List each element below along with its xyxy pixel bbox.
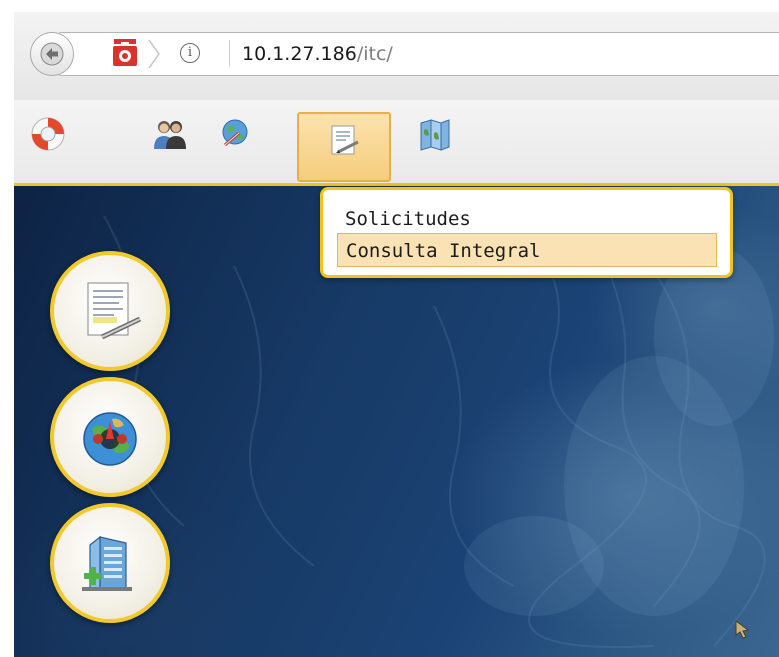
url-text[interactable]: 10.1.27.186/itc/: [242, 42, 393, 66]
help-button[interactable]: [28, 114, 68, 154]
map-book-button[interactable]: [414, 114, 454, 154]
red-toolbox-icon[interactable]: [111, 37, 139, 69]
building-add-icon: [82, 535, 132, 591]
documents-round-button[interactable]: [50, 251, 170, 371]
map-search-button[interactable]: [216, 114, 256, 154]
url-bar[interactable]: [58, 32, 779, 76]
map-book-icon: [420, 119, 450, 151]
lifebuoy-icon: [31, 117, 65, 151]
document-certificate-icon: [87, 282, 142, 340]
back-button[interactable]: [30, 32, 74, 76]
info-icon[interactable]: i: [180, 43, 200, 63]
globe-search-icon: [222, 119, 248, 147]
url-host: 10.1.27.186: [242, 43, 357, 65]
building-round-button[interactable]: [50, 503, 170, 623]
identity-chevron: [148, 39, 160, 69]
globe-round-button[interactable]: [50, 377, 170, 497]
menu-item-solicitudes[interactable]: Solicitudes: [337, 202, 717, 236]
document-edit-icon: [331, 125, 359, 155]
requests-icon-wrap: [325, 121, 365, 161]
requests-dropdown-menu: Solicitudes Consulta Integral: [320, 187, 733, 278]
users-icon: [154, 121, 186, 149]
menu-item-consulta-integral[interactable]: Consulta Integral: [337, 233, 717, 267]
url-separator: [229, 40, 230, 67]
url-path: /itc/: [356, 43, 393, 65]
app-toolbar: [14, 100, 779, 186]
pointer-cursor-icon: [735, 620, 750, 639]
globe-compass-icon: [83, 412, 137, 466]
users-button[interactable]: [150, 114, 190, 154]
back-arrow-icon: [40, 42, 64, 66]
